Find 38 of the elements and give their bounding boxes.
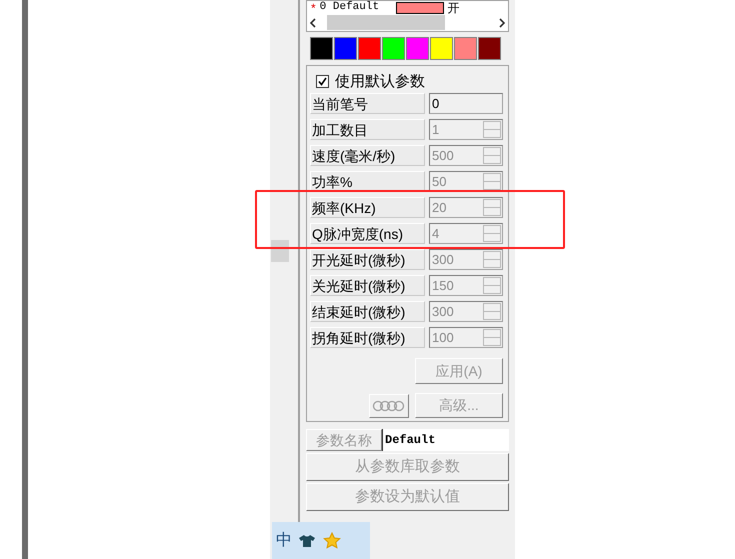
parameter-label: Q脉冲宽度(ns): [310, 223, 425, 244]
parameter-label: 结束延时(微秒): [310, 301, 425, 322]
asterisk-marker: *: [311, 2, 316, 14]
parameter-label: 功率%: [310, 171, 425, 192]
parameter-label: 开光延时(微秒): [310, 249, 425, 270]
checkbox-label: 使用默认参数: [335, 74, 425, 88]
pen-state: 开: [448, 2, 460, 14]
shirt-icon[interactable]: [298, 534, 316, 548]
panel-button[interactable]: 参数设为默认值: [306, 483, 509, 511]
parameter-label: 拐角延时(微秒): [310, 327, 425, 348]
ime-mode-button[interactable]: 中: [276, 528, 292, 552]
parameter-label: 当前笔号: [310, 93, 425, 114]
apply-button[interactable]: 应用(A): [415, 358, 503, 384]
parameter-label: 速度(毫米/秒): [310, 145, 425, 166]
color-swatch[interactable]: [382, 37, 405, 60]
rings-icon: [372, 400, 406, 412]
parameter-label: 频率(KHz): [310, 197, 425, 218]
chain-button[interactable]: [369, 394, 409, 418]
pen-name[interactable]: 0 Default: [320, 2, 392, 14]
param-name-field[interactable]: Default: [382, 429, 509, 451]
color-swatch[interactable]: [406, 37, 429, 60]
color-swatch[interactable]: [334, 37, 357, 60]
color-swatch[interactable]: [430, 37, 453, 60]
checkbox[interactable]: [316, 74, 329, 88]
scrollbar-thumb[interactable]: [327, 15, 445, 30]
param-name-button[interactable]: 参数名称: [306, 429, 382, 451]
color-swatch[interactable]: [310, 37, 333, 60]
color-swatch[interactable]: [358, 37, 381, 60]
advanced-button[interactable]: 高级...: [415, 393, 503, 418]
color-swatch[interactable]: [454, 37, 477, 60]
panel-button[interactable]: 从参数库取参数: [306, 453, 509, 481]
scroll-thumb[interactable]: [271, 240, 289, 262]
parameter-label: 关光延时(微秒): [310, 275, 425, 296]
star-icon[interactable]: [322, 530, 342, 550]
horizontal-scrollbar[interactable]: [307, 14, 508, 31]
parameter-label: 加工数目: [310, 119, 425, 140]
color-swatch[interactable]: [478, 37, 501, 60]
value-field[interactable]: 0: [429, 93, 503, 114]
